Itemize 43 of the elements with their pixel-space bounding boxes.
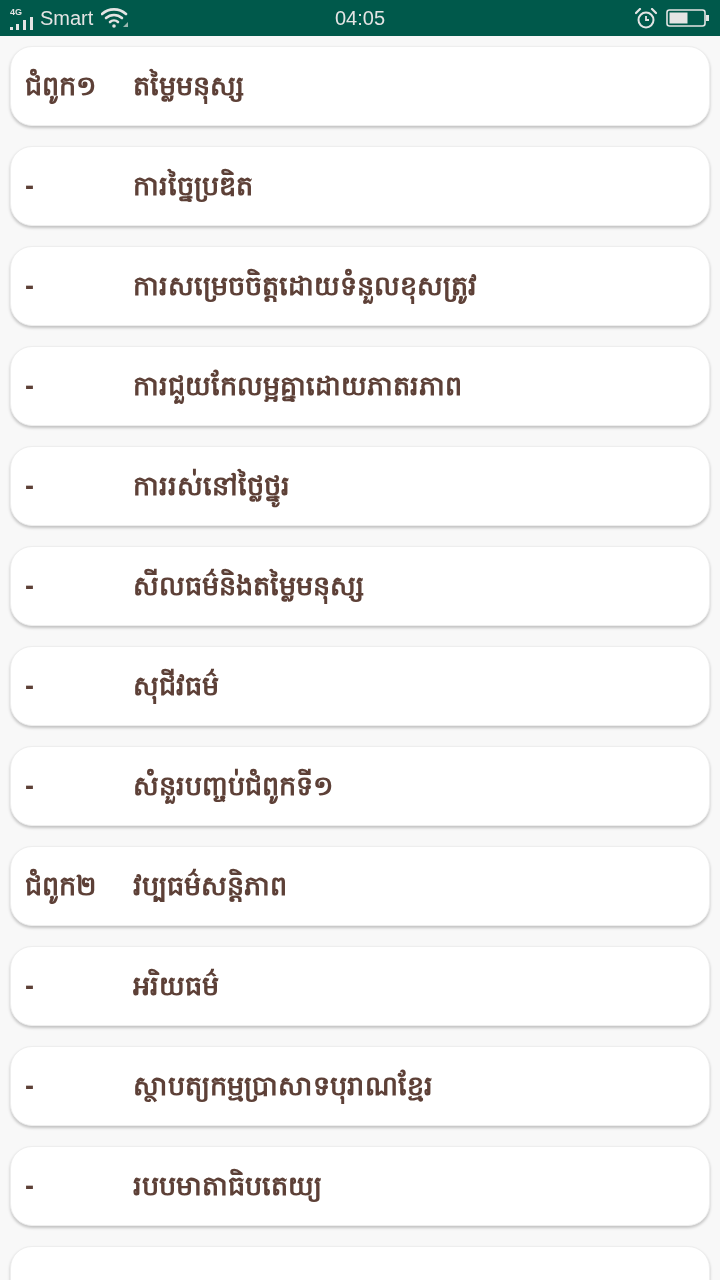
- list-marker: ជំពូក១: [25, 66, 133, 106]
- list-item[interactable]: - សីលធម៌និងតម្លៃមនុស្ស: [10, 546, 710, 626]
- list-item[interactable]: - អរិយធម៌: [10, 946, 710, 1026]
- item-title: របបមាតាធិបតេយ្យ: [133, 1166, 322, 1206]
- item-title: ស្ថាបត្យកម្មប្រាសាទបុរាណខ្មែរ: [133, 1066, 433, 1106]
- list-marker: -: [25, 1070, 35, 1103]
- list-item[interactable]: - ការជួយកែលម្អគ្នាដោយភាតរភាព: [10, 346, 710, 426]
- list-marker: -: [25, 570, 35, 603]
- clock-time: 04:05: [334, 6, 385, 30]
- alarm-clock-icon: [635, 7, 657, 29]
- item-title: អរិយធម៌: [133, 966, 219, 1006]
- item-title: វប្បធម៌សន្តិភាព: [133, 866, 287, 906]
- list-item[interactable]: - ការច្នៃប្រឌិត: [10, 146, 710, 226]
- list-item[interactable]: - ការសម្រេចចិត្តដោយទំនួលខុសត្រូវ: [10, 246, 710, 326]
- item-title: ការរស់នៅថ្លៃថ្នូរ: [133, 466, 290, 506]
- signal-icon: [10, 16, 34, 30]
- item-title: សីលធម៌និងតម្លៃមនុស្ស: [133, 566, 364, 606]
- list-marker: -: [25, 370, 35, 403]
- list-item[interactable]: - ស្ថាបត្យកម្មប្រាសាទបុរាណខ្មែរ: [10, 1046, 710, 1126]
- list-item[interactable]: ជំពូក២ វប្បធម៌សន្តិភាព: [10, 846, 710, 926]
- list-item[interactable]: ជំពូក១ តម្លៃមនុស្ស: [10, 46, 710, 126]
- item-title: តម្លៃមនុស្ស: [133, 66, 244, 106]
- list-item[interactable]: - របបមាតាធិបតេយ្យ: [10, 1146, 710, 1226]
- item-title: សំនួរបញ្ចប់ជំពូកទី១: [133, 766, 333, 806]
- list-marker: -: [25, 470, 35, 503]
- list-marker: -: [25, 970, 35, 1003]
- item-title: ការច្នៃប្រឌិត: [133, 166, 253, 206]
- network-type: 4G: [10, 6, 22, 17]
- wifi-icon: [101, 8, 130, 28]
- carrier-name: Smart: [40, 6, 94, 30]
- list-item[interactable]: - សំនួរបញ្ចប់ជំពូកទី១: [10, 746, 710, 826]
- list-marker: -: [25, 670, 35, 703]
- battery-icon: [666, 9, 710, 27]
- item-title: សុជីវធម៌: [133, 666, 219, 706]
- list-marker: ជំពូក២: [25, 866, 133, 906]
- list-marker: -: [25, 770, 35, 803]
- list-item[interactable]: - ការរស់នៅថ្លៃថ្នូរ: [10, 446, 710, 526]
- item-title: ការសម្រេចចិត្តដោយទំនួលខុសត្រូវ: [133, 266, 477, 306]
- list-marker: -: [25, 270, 35, 303]
- item-title: ការជួយកែលម្អគ្នាដោយភាតរភាព: [133, 366, 462, 406]
- list-marker: -: [25, 1170, 35, 1203]
- list-item[interactable]: - សុជីវធម៌: [10, 646, 710, 726]
- list-marker: -: [25, 170, 35, 203]
